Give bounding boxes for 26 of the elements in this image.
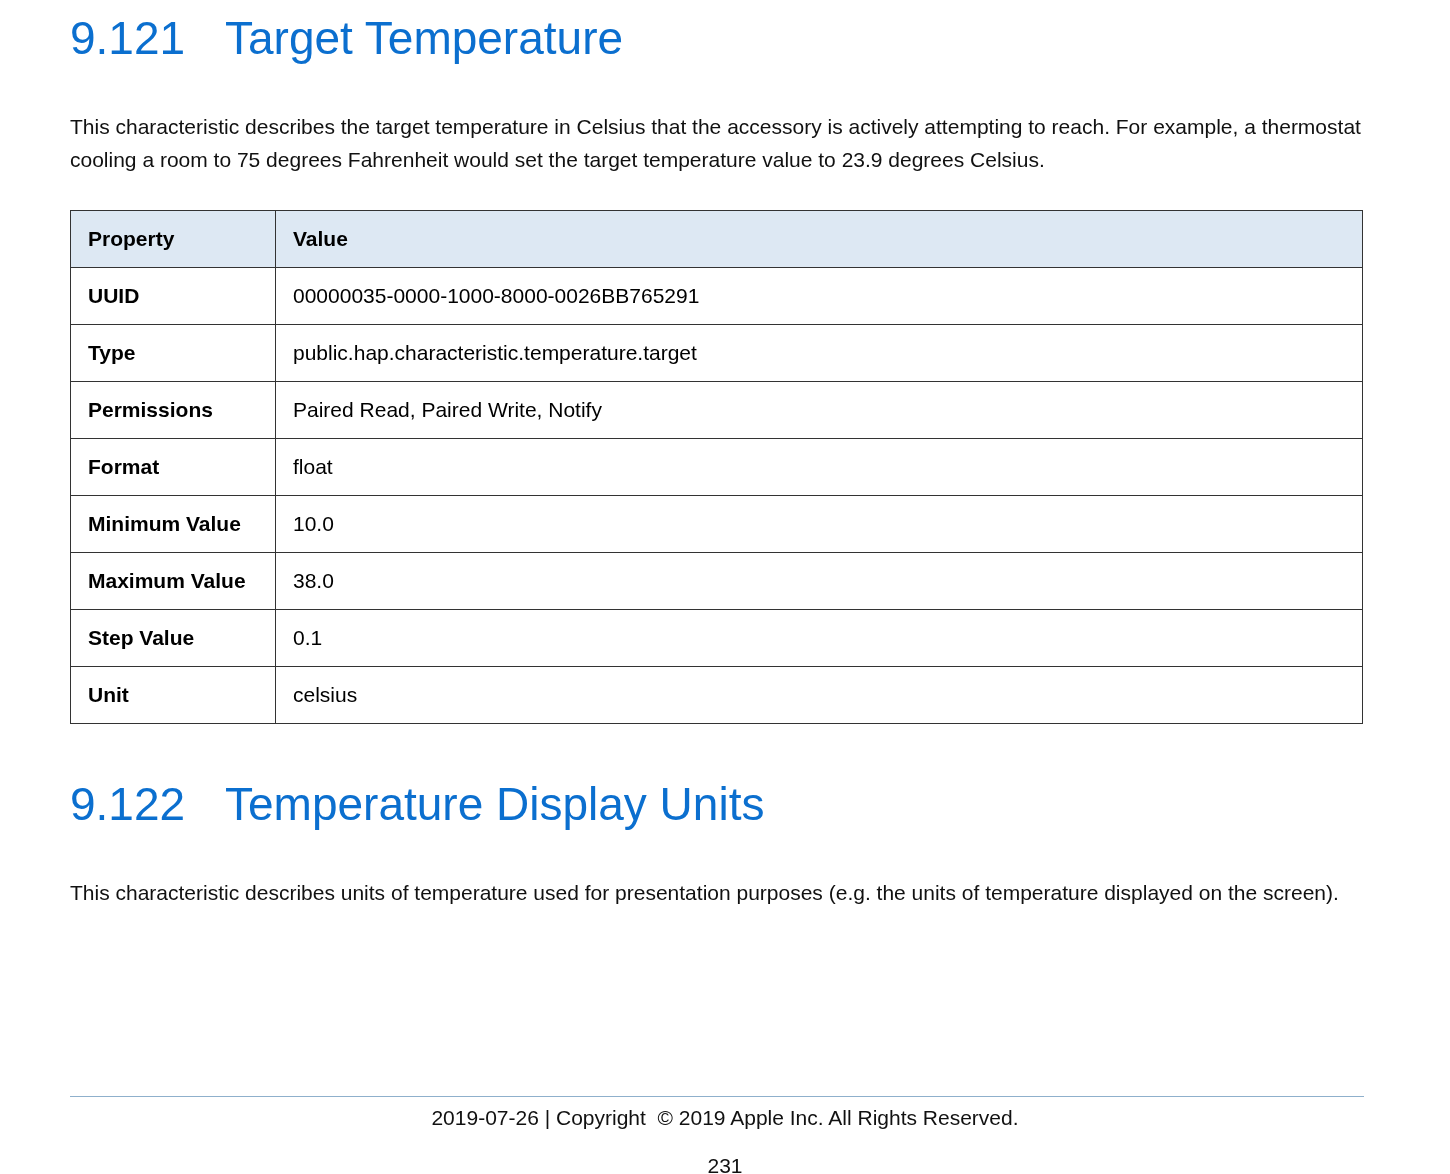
table-cell: 10.0 (275, 495, 1363, 553)
paragraph: This characteristic describes the target temperature in Celsius that the accessory is actively attempting to reach. For example, a thermostat cooling a room to 75 degrees Fahrenheit would set the target temperature value to 23.9 degrees Celsius. (70, 114, 1362, 173)
table-cell: UUID (70, 267, 276, 325)
table-cell: 38.0 (275, 552, 1363, 610)
section-title: Temperature Display Units (225, 777, 765, 832)
table-cell: Permissions (70, 381, 276, 439)
table-cell: celsius (275, 666, 1363, 724)
page-number: 231 (707, 1153, 743, 1174)
table-cell: float (275, 438, 1363, 496)
table-cell: 00000035-0000-1000-8000-0026BB765291 (275, 267, 1363, 325)
table-cell: Maximum Value (70, 552, 276, 610)
column-header: Property (70, 210, 276, 268)
section-title: Target Temperature (225, 11, 624, 66)
table-cell: Minimum Value (70, 495, 276, 553)
table-cell: Format (70, 438, 276, 496)
table-cell: 0.1 (275, 609, 1363, 667)
footer-text: 2019-07-26 | Copyright © 2019 Apple Inc. All Rights Reserved. (431, 1105, 1019, 1131)
table-cell: Type (70, 324, 276, 382)
table-cell: Paired Read, Paired Write, Notify (275, 381, 1363, 439)
column-header: Value (275, 210, 1363, 268)
section-number: 9.122 (70, 777, 187, 832)
table-cell: Step Value (70, 609, 276, 667)
paragraph: This characteristic describes units of temperature used for presentation purposes (e.g. the units of temperature displayed on the screen). (70, 880, 1340, 906)
table-cell: public.hap.characteristic.temperature.target (275, 324, 1363, 382)
table-cell: Unit (70, 666, 276, 724)
section-number: 9.121 (70, 11, 187, 66)
